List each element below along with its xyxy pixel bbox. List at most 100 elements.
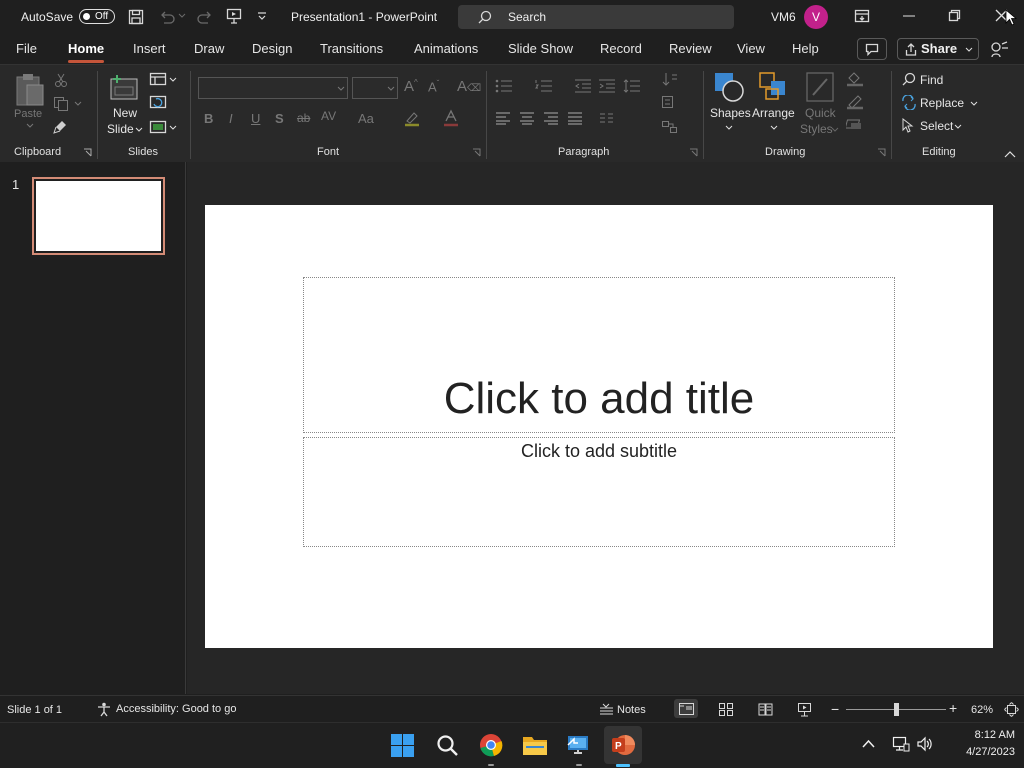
accessibility-status[interactable]: Accessibility: Good to go [116, 703, 236, 715]
layout-dropdown-icon[interactable] [169, 77, 177, 83]
autosave-toggle[interactable]: Off [79, 9, 115, 24]
accessibility-icon[interactable] [97, 702, 111, 717]
cut-icon[interactable] [54, 73, 68, 87]
slide-sorter-icon[interactable] [719, 703, 733, 716]
collapse-ribbon-icon[interactable] [1004, 150, 1016, 158]
convert-to-smartart-icon[interactable] [661, 120, 679, 134]
notes-icon[interactable] [599, 703, 614, 715]
comments-button[interactable] [857, 38, 887, 60]
section-dropdown-icon[interactable] [169, 125, 177, 131]
align-text-icon[interactable] [661, 95, 679, 109]
paste-dropdown-icon[interactable] [26, 123, 34, 129]
tab-review[interactable]: Review [669, 34, 712, 64]
search-box[interactable]: Search [458, 5, 734, 29]
replace-button[interactable]: Replace [920, 96, 964, 110]
shape-fill-icon[interactable] [846, 71, 864, 87]
change-case-icon[interactable]: Aa [358, 111, 374, 126]
strikethrough-icon[interactable]: ab [297, 111, 310, 125]
select-button[interactable]: Select [920, 119, 953, 133]
undo-dropdown-icon[interactable] [178, 13, 186, 19]
save-icon[interactable] [128, 9, 144, 25]
slide-thumbnail[interactable] [32, 177, 165, 255]
zoom-level[interactable]: 62% [971, 704, 993, 716]
clock-time[interactable]: 8:12 AM [955, 729, 1015, 741]
columns-icon[interactable] [599, 112, 615, 125]
zoom-out-icon[interactable]: − [831, 701, 839, 717]
shapes-icon[interactable] [713, 71, 747, 103]
font-size-select[interactable] [352, 77, 398, 99]
paragraph-launcher-icon[interactable] [689, 148, 698, 157]
text-shadow-icon[interactable]: S [275, 111, 284, 126]
align-left-icon[interactable] [495, 112, 511, 125]
numbering-icon[interactable] [535, 79, 553, 93]
align-right-icon[interactable] [543, 112, 559, 125]
new-slide-label-2[interactable]: Slide [107, 122, 134, 136]
present-from-beginning-icon[interactable] [226, 8, 242, 25]
zoom-in-icon[interactable]: + [949, 700, 957, 716]
network-icon[interactable] [892, 736, 910, 752]
copilot-presenter-icon[interactable] [991, 41, 1009, 58]
copy-icon[interactable] [53, 96, 69, 111]
customize-toolbar-icon[interactable] [257, 12, 267, 20]
font-color-icon[interactable] [443, 109, 459, 127]
arrange-dropdown-icon[interactable] [770, 125, 778, 131]
copy-dropdown-icon[interactable] [74, 101, 82, 107]
normal-view-button[interactable] [674, 699, 698, 718]
font-family-select[interactable] [198, 77, 348, 99]
volume-icon[interactable] [916, 736, 934, 752]
quick-styles-label-2[interactable]: Styles [800, 122, 833, 136]
paste-icon[interactable] [15, 71, 45, 107]
reading-view-icon[interactable] [758, 703, 773, 716]
tab-file[interactable]: File [16, 34, 37, 64]
restore-icon[interactable] [948, 9, 961, 22]
reset-icon[interactable] [149, 95, 167, 109]
align-center-icon[interactable] [519, 112, 535, 125]
chrome-icon[interactable] [479, 733, 503, 757]
shape-effects-icon[interactable] [846, 118, 864, 132]
undo-icon[interactable] [158, 9, 176, 25]
tab-home[interactable]: Home [68, 34, 105, 64]
tab-transitions[interactable]: Transitions [320, 34, 383, 64]
subtitle-placeholder[interactable]: Click to add subtitle [303, 437, 895, 547]
text-direction-icon[interactable] [661, 71, 679, 89]
new-slide-icon[interactable] [109, 71, 141, 103]
decrease-indent-icon[interactable] [574, 79, 592, 93]
font-launcher-icon[interactable] [472, 148, 481, 157]
layout-icon[interactable] [149, 72, 167, 86]
highlight-icon[interactable] [403, 109, 421, 127]
tab-view[interactable]: View [737, 34, 765, 64]
file-explorer-icon[interactable] [522, 734, 548, 756]
decrease-font-size-icon[interactable]: Aˇ [428, 79, 439, 94]
clipboard-launcher-icon[interactable] [83, 148, 92, 157]
drawing-launcher-icon[interactable] [877, 148, 886, 157]
slide-canvas[interactable]: Click to add title Click to add subtitle [205, 205, 993, 648]
find-button[interactable]: Find [920, 73, 943, 87]
tab-insert[interactable]: Insert [133, 34, 166, 64]
fit-to-window-icon[interactable] [1004, 702, 1019, 717]
ribbon-display-options-icon[interactable] [854, 9, 870, 23]
tab-help[interactable]: Help [792, 34, 819, 64]
select-dropdown-icon[interactable] [954, 124, 962, 130]
shapes-dropdown-icon[interactable] [725, 125, 733, 131]
show-hidden-icons-chevron[interactable] [862, 739, 875, 748]
title-placeholder[interactable]: Click to add title [303, 277, 895, 433]
shapes-label[interactable]: Shapes [710, 106, 751, 120]
quick-styles-icon[interactable] [805, 71, 837, 105]
windows-start-icon[interactable] [391, 734, 414, 757]
tab-slide-show[interactable]: Slide Show [508, 34, 573, 64]
tab-record[interactable]: Record [600, 34, 642, 64]
arrange-label[interactable]: Arrange [752, 106, 795, 120]
character-spacing-icon[interactable]: AV [321, 109, 336, 123]
quick-styles-label-1[interactable]: Quick [805, 106, 836, 120]
shape-outline-icon[interactable] [846, 94, 864, 110]
select-icon[interactable] [902, 118, 914, 133]
increase-indent-icon[interactable] [598, 79, 616, 93]
bullets-icon[interactable] [495, 79, 513, 93]
paste-label[interactable]: Paste [14, 108, 42, 120]
minimize-icon[interactable] [903, 15, 915, 17]
line-spacing-icon[interactable] [623, 79, 641, 93]
quick-styles-dropdown-icon[interactable] [831, 127, 839, 133]
search-icon[interactable] [436, 734, 459, 757]
slide-show-icon[interactable] [797, 702, 812, 717]
tab-design[interactable]: Design [252, 34, 292, 64]
